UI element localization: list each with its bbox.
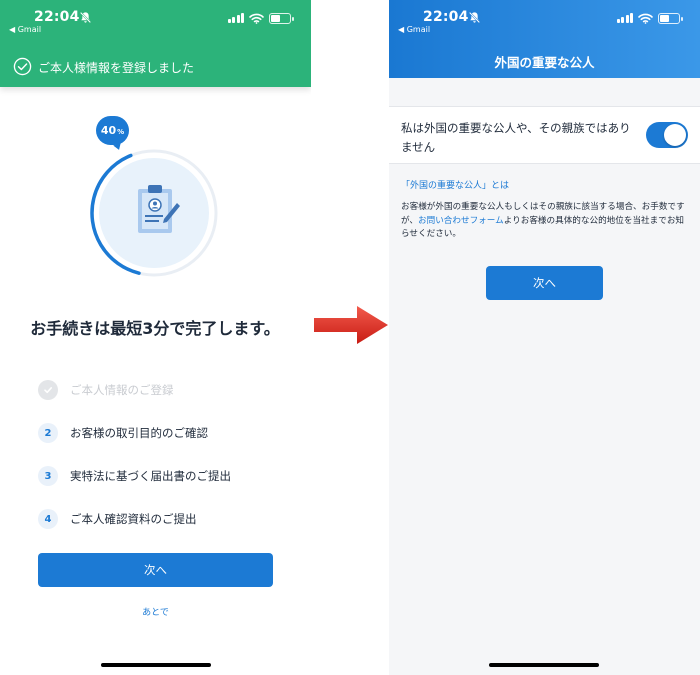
step-item-2: 2 お客様の取引目的のご確認: [38, 422, 278, 444]
info-paragraph: お客様が外国の重要な公人もしくはその親族に該当する場合、お手数ですが、お問い合わ…: [401, 201, 691, 242]
step-marker-4: 4: [38, 509, 58, 529]
progress-indicator: [88, 147, 220, 279]
next-button[interactable]: 次へ: [486, 266, 603, 300]
battery-icon: [269, 12, 294, 24]
battery-icon: [658, 12, 683, 24]
status-time: 22:04: [423, 9, 469, 25]
toggle-label: 私は外国の重要な公人や、その親族ではありません: [401, 121, 631, 154]
step-item-3: 3 実特法に基づく届出書のご提出: [38, 465, 278, 487]
step-item-1: ご本人情報のご登録: [38, 379, 278, 401]
back-to-gmail-link[interactable]: ◀ Gmail: [398, 25, 430, 34]
back-to-gmail-link[interactable]: ◀ Gmail: [9, 25, 41, 34]
step-label-4: ご本人確認資料のご提出: [70, 512, 197, 526]
status-indicators: [616, 12, 683, 24]
step-marker-1: [38, 380, 58, 400]
step-label-2: お客様の取引目的のご確認: [70, 426, 208, 440]
contact-form-link[interactable]: お問い合わせフォーム: [418, 216, 504, 226]
phone-screen-right: 外国の重要な公人 22:04 ◀ Gmail 私は外国の重要な公人や、その親族で…: [389, 0, 700, 675]
status-indicators: [227, 12, 294, 24]
status-bar: 22:04 ◀ Gmail: [389, 0, 700, 38]
cellular-signal-icon: [616, 13, 633, 23]
check-circle-icon: [13, 57, 32, 76]
header-title: 外国の重要な公人: [494, 55, 595, 70]
bell-slash-icon: [468, 11, 481, 24]
progress-value: 40: [100, 124, 117, 137]
step-label-1: ご本人情報のご登録: [70, 383, 174, 397]
home-indicator[interactable]: [489, 663, 599, 667]
pep-toggle-switch[interactable]: [646, 122, 688, 148]
wifi-icon: [249, 13, 264, 24]
clipboard-user-icon: [138, 185, 180, 233]
bell-slash-icon: [79, 11, 92, 24]
step-marker-3: 3: [38, 466, 58, 486]
progress-unit: %: [117, 128, 125, 136]
status-bar: 22:04 ◀ Gmail: [0, 0, 311, 38]
pep-declaration-row: 私は外国の重要な公人や、その親族ではありません: [389, 106, 700, 164]
step-item-4: 4 ご本人確認資料のご提出: [38, 508, 278, 530]
cellular-signal-icon: [227, 13, 244, 23]
page-title: お手続きは最短3分で完了します。: [30, 319, 280, 338]
next-button[interactable]: 次へ: [38, 553, 273, 587]
arrow-right-icon: [314, 306, 388, 344]
toggle-knob: [664, 124, 686, 146]
step-label-3: 実特法に基づく届出書のご提出: [70, 469, 231, 483]
step-marker-2: 2: [38, 423, 58, 443]
toast-message: ご本人様情報を登録しました: [38, 61, 195, 75]
pep-definition-link[interactable]: 「外国の重要な公人」とは: [401, 178, 509, 191]
home-indicator[interactable]: [101, 663, 211, 667]
check-icon: [44, 387, 52, 394]
status-time: 22:04: [34, 9, 80, 25]
phone-screen-left: ご本人様情報を登録しました 22:04 ◀ Gmail 40% お手続きは最短3…: [0, 0, 311, 675]
later-link[interactable]: あとで: [0, 605, 311, 618]
wifi-icon: [638, 13, 653, 24]
progress-badge: 40%: [96, 116, 129, 145]
